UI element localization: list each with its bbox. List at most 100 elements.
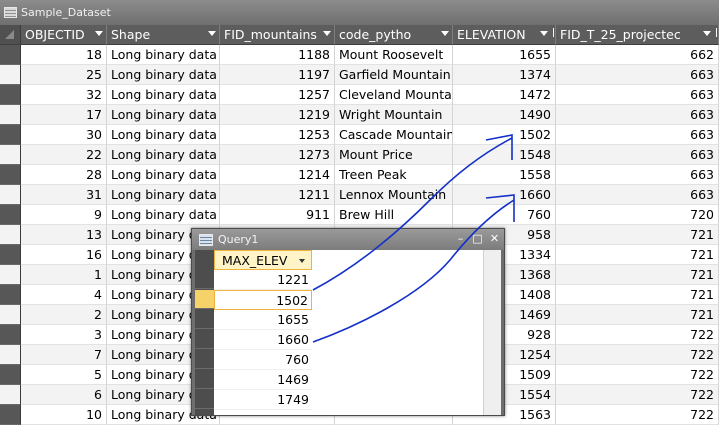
record-selector[interactable] bbox=[0, 385, 21, 405]
cell-elev[interactable]: 1472 bbox=[453, 85, 556, 105]
record-selector[interactable] bbox=[195, 350, 214, 369]
cell-fid[interactable]: 1219 bbox=[220, 105, 335, 125]
cell-oid[interactable]: 7 bbox=[21, 345, 107, 365]
cell-code[interactable]: Mount Price bbox=[335, 145, 453, 165]
cell-code[interactable]: Lennox Mountain bbox=[335, 185, 453, 205]
record-selector[interactable] bbox=[195, 330, 214, 349]
column-header-fid-mountains[interactable]: FID_mountains bbox=[220, 25, 335, 45]
record-selector[interactable] bbox=[0, 45, 21, 65]
cell-oid[interactable]: 10 bbox=[21, 405, 107, 425]
table-row[interactable]: 9 Long binary data 911 Brew Hill 760 720 bbox=[0, 205, 719, 225]
cell-fid[interactable]: 1257 bbox=[220, 85, 335, 105]
cell-elev[interactable]: 1490 bbox=[453, 105, 556, 125]
dropdown-arrow-icon[interactable] bbox=[441, 31, 449, 36]
cell-fid[interactable]: 911 bbox=[220, 205, 335, 225]
cell-oid[interactable]: 32 bbox=[21, 85, 107, 105]
cell-oid[interactable]: 30 bbox=[21, 125, 107, 145]
cell-proj[interactable]: 663 bbox=[556, 145, 719, 165]
cell-shape[interactable]: Long binary data bbox=[107, 105, 220, 125]
cell-shape[interactable]: Long binary data bbox=[107, 205, 220, 225]
cell-oid[interactable]: 2 bbox=[21, 305, 107, 325]
cell-elev[interactable]: 1660 bbox=[453, 185, 556, 205]
max-elev-value[interactable]: 1749 bbox=[214, 390, 312, 410]
cell-fid[interactable]: 1253 bbox=[220, 125, 335, 145]
dropdown-arrow-icon[interactable] bbox=[299, 259, 305, 263]
record-selector[interactable] bbox=[195, 390, 214, 409]
record-selector[interactable] bbox=[0, 405, 21, 425]
cell-code[interactable]: Cascade Mountain bbox=[335, 125, 453, 145]
cell-proj[interactable]: 722 bbox=[556, 325, 719, 345]
max-elev-value[interactable]: 1502 bbox=[214, 290, 312, 310]
max-elev-value[interactable]: 1469 bbox=[214, 370, 312, 390]
record-selector[interactable] bbox=[0, 145, 21, 165]
record-selector[interactable] bbox=[0, 85, 21, 105]
cell-oid[interactable]: 18 bbox=[21, 45, 107, 65]
cell-code[interactable]: Wright Mountain bbox=[335, 105, 453, 125]
cell-oid[interactable]: 13 bbox=[21, 225, 107, 245]
table-row[interactable]: 30 Long binary data 1253 Cascade Mountain 15… bbox=[0, 125, 719, 145]
dropdown-arrow-icon[interactable] bbox=[323, 31, 331, 36]
record-selector[interactable] bbox=[0, 205, 21, 225]
cell-oid[interactable]: 3 bbox=[21, 325, 107, 345]
cell-shape[interactable]: Long binary data bbox=[107, 185, 220, 205]
cell-oid[interactable]: 31 bbox=[21, 185, 107, 205]
minimize-button[interactable]: – bbox=[453, 232, 468, 247]
cell-proj[interactable]: 663 bbox=[556, 105, 719, 125]
cell-shape[interactable]: Long binary data bbox=[107, 65, 220, 85]
column-header-max-elev[interactable]: MAX_ELEV bbox=[214, 250, 312, 270]
record-selector[interactable] bbox=[195, 290, 214, 309]
cell-elev[interactable]: 1548 bbox=[453, 145, 556, 165]
cell-elev[interactable]: 760 bbox=[453, 205, 556, 225]
column-header-shape[interactable]: Shape bbox=[107, 25, 220, 45]
cell-code[interactable]: Garfield Mountain bbox=[335, 65, 453, 85]
cell-proj[interactable]: 662 bbox=[556, 45, 719, 65]
cell-oid[interactable]: 25 bbox=[21, 65, 107, 85]
dropdown-arrow-icon[interactable] bbox=[208, 31, 216, 36]
table-row[interactable]: 28 Long binary data 1214 Treen Peak 1558 663 bbox=[0, 165, 719, 185]
record-selector[interactable] bbox=[0, 365, 21, 385]
cell-proj[interactable]: 721 bbox=[556, 285, 719, 305]
record-selector[interactable] bbox=[0, 225, 21, 245]
max-elev-value[interactable]: 1660 bbox=[214, 330, 312, 350]
dropdown-arrow-icon[interactable] bbox=[540, 31, 548, 36]
cell-fid[interactable]: 1188 bbox=[220, 45, 335, 65]
record-selector[interactable] bbox=[0, 125, 21, 145]
cell-proj[interactable]: 722 bbox=[556, 405, 719, 425]
cell-proj[interactable]: 722 bbox=[556, 345, 719, 365]
cell-proj[interactable]: 663 bbox=[556, 65, 719, 85]
cell-proj[interactable]: 663 bbox=[556, 185, 719, 205]
cell-proj[interactable]: 721 bbox=[556, 305, 719, 325]
cell-code[interactable]: Cleveland Mountain bbox=[335, 85, 453, 105]
cell-oid[interactable]: 9 bbox=[21, 205, 107, 225]
max-elev-value[interactable]: 1221 bbox=[214, 270, 312, 290]
cell-code[interactable]: Brew Hill bbox=[335, 205, 453, 225]
cell-shape[interactable]: Long binary data bbox=[107, 145, 220, 165]
cell-proj[interactable]: 721 bbox=[556, 265, 719, 285]
close-button[interactable]: ✕ bbox=[487, 232, 502, 247]
cell-proj[interactable]: 663 bbox=[556, 165, 719, 185]
cell-proj[interactable]: 663 bbox=[556, 85, 719, 105]
table-row[interactable]: 17 Long binary data 1219 Wright Mountain 149… bbox=[0, 105, 719, 125]
query1-window[interactable]: Query1 – □ ✕ MAX_ELEV 1221 1502 1655 1660 76… bbox=[191, 228, 505, 416]
cell-oid[interactable]: 22 bbox=[21, 145, 107, 165]
cell-oid[interactable]: 17 bbox=[21, 105, 107, 125]
vertical-scrollbar[interactable] bbox=[483, 250, 501, 415]
record-selector[interactable] bbox=[0, 345, 21, 365]
table-row[interactable]: 32 Long binary data 1257 Cleveland Mountain… bbox=[0, 85, 719, 105]
cell-shape[interactable]: Long binary data bbox=[107, 45, 220, 65]
table-row[interactable]: 31 Long binary data 1211 Lennox Mountain 166… bbox=[0, 185, 719, 205]
cell-proj[interactable]: 721 bbox=[556, 245, 719, 265]
table-row[interactable]: 18 Long binary data 1188 Mount Roosevelt 165… bbox=[0, 45, 719, 65]
cell-shape[interactable]: Long binary data bbox=[107, 85, 220, 105]
cell-fid[interactable]: 1197 bbox=[220, 65, 335, 85]
record-selector[interactable] bbox=[0, 65, 21, 85]
cell-elev[interactable]: 1558 bbox=[453, 165, 556, 185]
cell-elev[interactable]: 1655 bbox=[453, 45, 556, 65]
record-selector[interactable] bbox=[195, 370, 214, 389]
column-header-elevation[interactable]: ELEVATION bbox=[453, 25, 556, 45]
table-row[interactable]: 25 Long binary data 1197 Garfield Mountain 1… bbox=[0, 65, 719, 85]
dropdown-arrow-icon[interactable] bbox=[95, 31, 103, 36]
cell-oid[interactable]: 6 bbox=[21, 385, 107, 405]
cell-elev[interactable]: 1374 bbox=[453, 65, 556, 85]
restore-button[interactable]: □ bbox=[470, 232, 485, 247]
